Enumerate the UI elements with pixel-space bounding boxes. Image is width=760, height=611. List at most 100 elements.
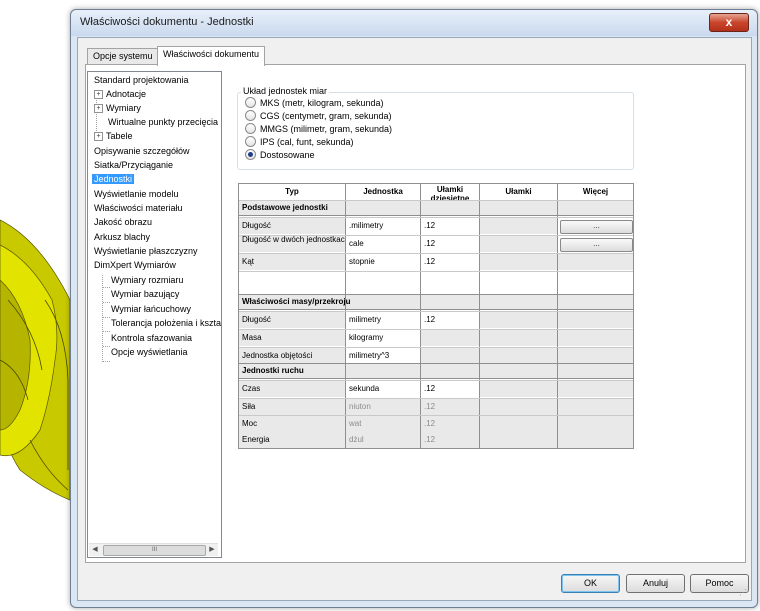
tree-item-material-properties[interactable]: Właściwości materiału <box>94 202 183 215</box>
cell-type: Siła <box>239 398 345 415</box>
tree-horizontal-scrollbar[interactable]: ◀ III ▶ <box>89 543 218 556</box>
radio-ips[interactable]: IPS (cal, funt, sekunda) <box>245 136 354 148</box>
tab-label: Właściwości dokumentu <box>163 49 260 59</box>
header-unit: Jednostka <box>346 184 420 200</box>
radio-mks[interactable]: MKS (metr, kilogram, sekunda) <box>245 97 384 109</box>
cell-more <box>558 431 633 448</box>
more-button[interactable]: ... <box>560 220 633 234</box>
grid-row-divider <box>239 398 633 399</box>
cell-more <box>558 347 633 364</box>
cell-decimals: .12 <box>421 431 479 448</box>
cell-unit-select[interactable]: milimetry <box>346 311 420 328</box>
cell-unit-select[interactable]: milimetry^3 <box>346 347 420 364</box>
tree-item-display-options[interactable]: Opcje wyświetlania <box>111 346 188 359</box>
tree-item-geometric-tolerance[interactable]: Tolerancja położenia i kształtu <box>111 317 221 330</box>
tree-item-image-quality[interactable]: Jakość obrazu <box>94 216 152 229</box>
radio-icon[interactable] <box>245 136 256 147</box>
section-basic-units: Podstawowe jednostki <box>239 200 633 216</box>
cell-decimals: .12 <box>421 415 479 432</box>
tab-document-properties[interactable]: Właściwości dokumentu <box>157 46 266 66</box>
resize-grip-icon[interactable]: ⋰ <box>739 588 749 598</box>
tree-item-chain-dimension[interactable]: Wymiar łańcuchowy <box>111 303 191 316</box>
tree-item-size-dimension[interactable]: Wymiary rozmiaru <box>111 274 183 287</box>
cell-more <box>558 415 633 432</box>
cell-type: Moc <box>239 415 345 432</box>
cell-more <box>558 311 633 328</box>
cell-unit-select[interactable]: stopnie <box>346 253 420 270</box>
cell-decimals-select[interactable]: .12 <box>421 380 479 397</box>
tree-item-dimxpert[interactable]: DimXpert Wymiarów <box>94 259 176 272</box>
radio-cgs[interactable]: CGS (centymetr, gram, sekunda) <box>245 110 392 122</box>
cell-unit-select[interactable]: cale <box>346 235 420 252</box>
tab-system-options[interactable]: Opcje systemu <box>87 48 159 65</box>
cell-decimals-select[interactable]: .12 <box>421 217 479 234</box>
scroll-thumb[interactable]: III <box>103 545 206 556</box>
settings-tree[interactable]: Standard projektowania + Adnotacje + Wymia… <box>87 71 222 558</box>
scroll-left-icon[interactable]: ◀ <box>89 544 101 556</box>
units-grid-last-row: Energia dżul .12 <box>238 431 634 449</box>
grid-column-divider <box>345 431 346 448</box>
tree-item-design-standard[interactable]: Standard projektowania <box>94 74 189 87</box>
tree-item-units[interactable]: Jednostki <box>92 173 135 186</box>
tree-item-virtual-sharps[interactable]: Wirtualne punkty przecięcia <box>108 116 218 129</box>
grid-row-divider <box>239 217 633 218</box>
cell-type: Długość w dwóch jednostkach <box>239 235 345 252</box>
radio-icon[interactable] <box>245 97 256 108</box>
cell-unit-select[interactable]: sekunda <box>346 380 420 397</box>
radio-icon[interactable] <box>245 110 256 121</box>
cell-fractions <box>480 235 557 252</box>
header-decimals: Ułamki dziesiętne <box>421 184 479 200</box>
cell-fractions <box>480 217 557 234</box>
tab-label: Opcje systemu <box>93 51 153 61</box>
tree-item-annotations[interactable]: + Adnotacje <box>94 88 146 101</box>
grid-column-divider <box>345 184 346 432</box>
ok-button[interactable]: OK <box>561 574 620 593</box>
expand-icon[interactable]: + <box>94 90 103 99</box>
grid-row-divider <box>239 271 633 272</box>
cell-fractions <box>480 415 557 432</box>
tree-item-chamfer-controls[interactable]: Kontrola sfazowania <box>111 332 192 345</box>
expand-icon[interactable]: + <box>94 132 103 141</box>
cell-unit: dżul <box>346 431 420 448</box>
3d-model-background <box>0 219 71 501</box>
cell-fractions <box>480 329 557 346</box>
tree-item-model-display[interactable]: Wyświetlanie modelu <box>94 188 178 201</box>
expand-icon[interactable]: + <box>94 104 103 113</box>
radio-custom[interactable]: Dostosowane <box>245 149 315 161</box>
cell-fractions <box>480 380 557 397</box>
document-properties-dialog: Właściwości dokumentu - Jednostki x Opcj… <box>70 9 758 608</box>
radio-icon[interactable] <box>245 123 256 134</box>
cell-decimals-select[interactable]: .12 <box>421 253 479 270</box>
cell-type: Długość <box>239 217 345 234</box>
more-button[interactable]: ... <box>560 238 633 252</box>
section-mass-properties: Właściwości masy/przekroju <box>239 294 633 310</box>
cell-unit: niuton <box>346 398 420 415</box>
tree-item-sheet-metal[interactable]: Arkusz blachy <box>94 231 150 244</box>
header-fractions: Ułamki <box>480 184 557 200</box>
window-title: Właściwości dokumentu - Jednostki <box>80 16 254 28</box>
cell-unit-select[interactable]: .milimetry <box>346 217 420 234</box>
cell-unit-select[interactable]: kilogramy <box>346 329 420 346</box>
tree-item-detailing[interactable]: Opisywanie szczegółów <box>94 145 190 158</box>
cell-more <box>558 329 633 346</box>
tree-item-grid-snap[interactable]: Siatka/Przyciąganie <box>94 159 173 172</box>
title-bar[interactable]: Właściwości dokumentu - Jednostki x <box>71 10 757 36</box>
tree-item-location-dimension[interactable]: Wymiar bazujący <box>111 288 179 301</box>
tree-item-plane-display[interactable]: Wyświetlanie płaszczyzny <box>94 245 197 258</box>
tree-item-dimensions[interactable]: + Wymiary <box>94 102 141 115</box>
cell-type: Jednostka objętości <box>239 347 345 364</box>
cell-decimals-select[interactable]: .12 <box>421 311 479 328</box>
close-icon: x <box>725 15 733 29</box>
scroll-right-icon[interactable]: ▶ <box>206 544 218 556</box>
units-grid: Typ Jednostka Ułamki dziesiętne Ułamki W… <box>238 183 634 433</box>
cancel-button[interactable]: Anuluj <box>626 574 685 593</box>
grid-column-divider <box>420 431 421 448</box>
close-button[interactable]: x <box>709 13 749 32</box>
radio-checked-icon[interactable] <box>245 149 256 160</box>
tree-item-tables[interactable]: + Tabele <box>94 130 133 143</box>
radio-mmgs[interactable]: MMGS (milimetr, gram, sekunda) <box>245 123 392 135</box>
header-more: Więcej <box>558 184 633 200</box>
cell-decimals-select[interactable]: .12 <box>421 235 479 252</box>
cell-type: Czas <box>239 380 345 397</box>
grid-column-divider <box>479 184 480 432</box>
